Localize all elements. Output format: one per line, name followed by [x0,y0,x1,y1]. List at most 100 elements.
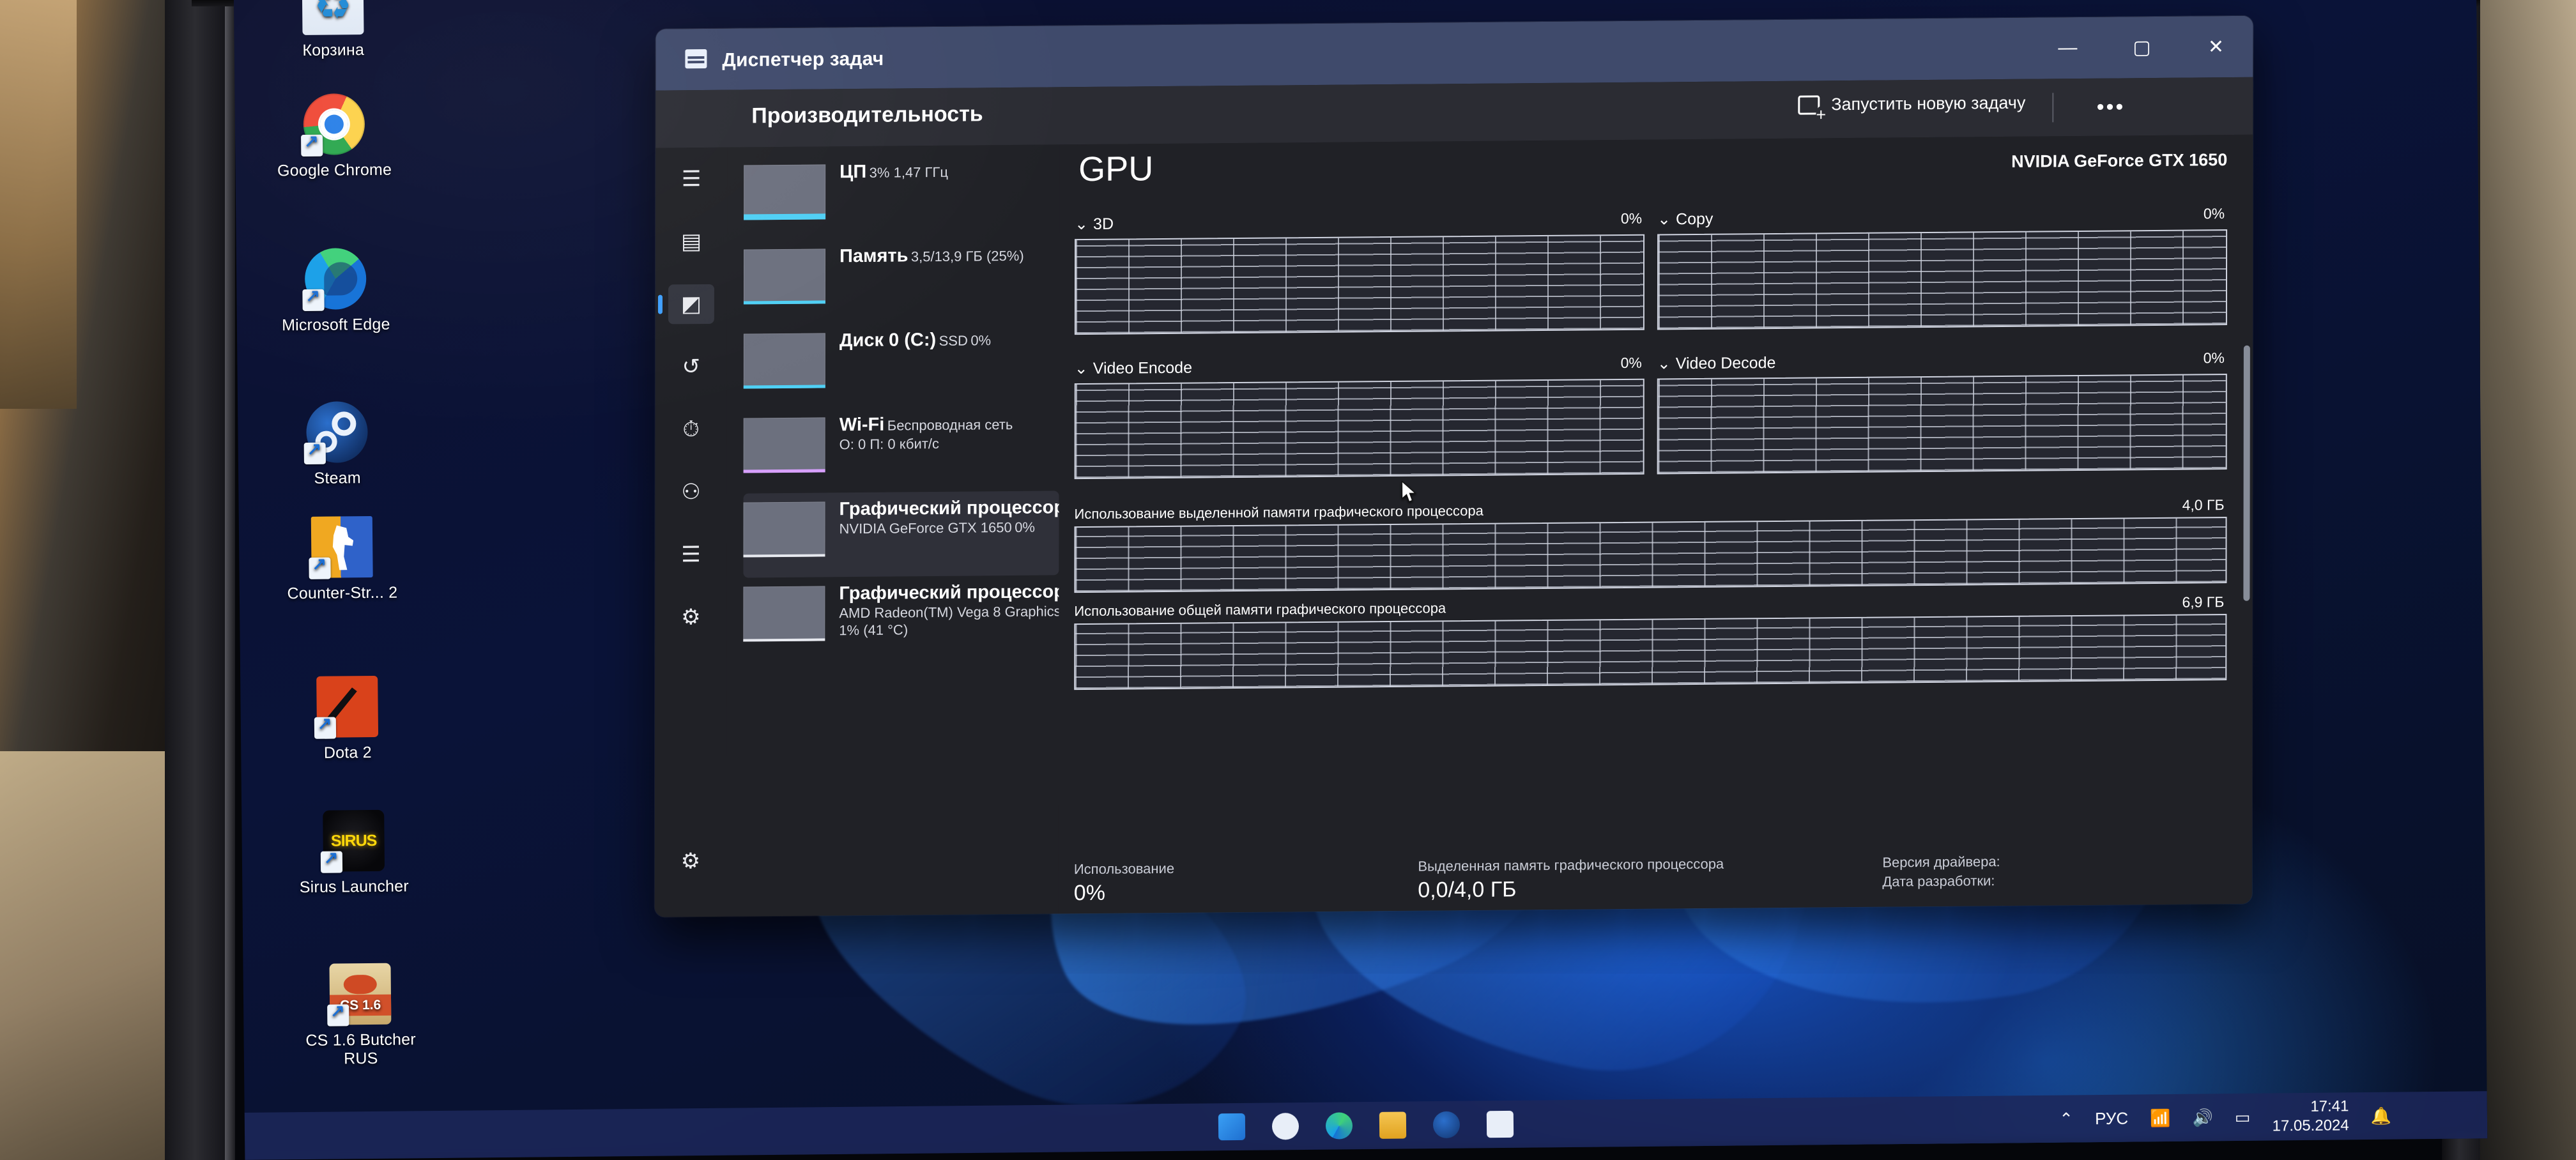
resource-name: Память [839,245,908,267]
details-icon[interactable]: ☰ [668,535,714,575]
engine-label-row[interactable]: ⌄ 3D 0% [1075,210,1644,234]
toolbar-divider [2052,93,2054,123]
engine-row-1: ⌄ 3D 0% ⌄ Copy 0% [1074,205,2228,335]
engine-row-2: ⌄ Video Encode 0% ⌄ Video Decode 0% [1074,349,2227,480]
desktop-icon-cs16-butcher[interactable]: CS 1.6 Butcher RUS [299,963,422,1069]
gpu-stats-row: Использование 0% Выделенная память графи… [1074,850,2227,907]
menu-icon[interactable]: ☰ [668,159,714,199]
stat-key: Использование [1073,860,1175,878]
stat-key: Версия драйвера: [1882,853,2000,871]
desktop-icon-label: Google Chrome [277,160,392,180]
cs16-icon [327,963,392,1026]
engine-label-row[interactable]: ⌄ Video Encode 0% [1075,355,1644,378]
startup-apps-icon[interactable]: ⏱ [668,409,714,450]
run-new-task-button[interactable]: Запустить новую задачу [1798,93,2025,115]
resource-detail: 3,5/13,9 ГБ (25%) [910,247,1024,265]
volume-icon[interactable]: 🔊 [2192,1108,2213,1127]
stat-dedicated-memory: Выделенная память графического процессор… [1418,853,1882,904]
task-manager-icon[interactable] [1486,1110,1514,1138]
engine-label: Video Decode [1675,353,1776,372]
shortcut-arrow-icon [303,442,326,464]
sirus-launcher-icon [320,809,385,873]
search-icon[interactable] [1271,1113,1300,1140]
engine-value: 0% [1620,354,1642,372]
desktop-icon-label: Sirus Launcher [299,877,409,897]
engine-label-row[interactable]: ⌄ Video Decode 0% [1657,349,2227,373]
dedicated-memory-label: Использование выделенной памяти графичес… [1074,502,1483,523]
stat-value: 0% [1073,880,1105,906]
disk-sparkline [743,333,825,389]
chevron-up-icon[interactable]: ⌃ [2059,1109,2073,1129]
task-manager-app-icon [685,49,707,69]
chrome-icon [301,93,365,156]
performance-icon[interactable]: ◩ [668,284,714,324]
window-controls: — ▢ ✕ [2030,16,2253,79]
resource-item-disk[interactable]: Диск 0 (C:) SSD 0% [743,322,1059,409]
resource-item-gpu-0[interactable]: Графический процессор 0 NVIDIA GeForce G… [743,491,1059,578]
settings-gear-icon[interactable]: ⚙ [668,841,714,881]
engine-copy: ⌄ Copy 0% [1657,205,2228,330]
resource-name: Диск 0 (C:) [839,329,937,351]
chevron-down-icon: ⌄ [1657,210,1671,229]
language-indicator[interactable]: РУС [2095,1108,2128,1128]
close-button[interactable]: ✕ [2179,16,2253,78]
dedicated-memory-max: 4,0 ГБ [2182,496,2225,514]
desktop-icon-google-chrome[interactable]: Google Chrome [273,93,395,181]
engine-3d: ⌄ 3D 0% [1074,210,1645,335]
desktop-icon-label: Dota 2 [323,743,372,762]
clock-time: 17:41 [2310,1097,2349,1115]
desktop-icon-dota-2[interactable]: Dota 2 [286,675,408,763]
shortcut-arrow-icon [320,851,343,873]
resource-item-cpu[interactable]: ЦП 3% 1,47 ГГц [744,153,1059,240]
gpu0-sparkline [743,501,825,558]
minimize-button[interactable]: — [2030,17,2104,79]
mouse-cursor [1401,480,1417,503]
shortcut-arrow-icon [309,557,331,579]
processes-icon[interactable]: ▤ [668,222,714,262]
resource-detail-2: О: 0 П: 0 кбит/с [839,435,939,453]
services-icon[interactable]: ⚙ [668,597,714,637]
resource-item-gpu-1[interactable]: Графический процессор 1 AMD Radeon(TM) V… [743,575,1059,662]
engine-label-row[interactable]: ⌄ Copy 0% [1657,205,2227,229]
monitor-bezel-edge [225,0,235,1160]
app-history-icon[interactable]: ↺ [668,347,714,387]
wifi-icon[interactable]: 📶 [2150,1108,2171,1127]
desktop-icon-label: Microsoft Edge [281,315,390,335]
desktop-icon-counter-strike-2[interactable]: Counter-Str... 2 [281,515,403,604]
dedicated-memory-graph: Использование выделенной памяти графичес… [1074,496,2227,593]
resource-detail-2: 0% [1015,519,1036,535]
desktop-icon-recycle-bin[interactable]: Корзина [272,0,394,60]
resource-item-wifi[interactable]: Wi-Fi Беспроводная сеть О: 0 П: 0 кбит/с [743,406,1059,493]
shortcut-arrow-icon [301,134,323,156]
edge-icon[interactable] [1325,1112,1353,1140]
maximize-button[interactable]: ▢ [2104,17,2179,79]
resource-detail: SSD [939,332,968,349]
resource-item-memory[interactable]: Память 3,5/13,9 ГБ (25%) [743,238,1059,324]
start-icon[interactable] [1218,1113,1246,1141]
resource-name: Wi-Fi [839,414,885,436]
desktop-icon-steam[interactable]: Steam [276,401,398,489]
resource-detail: NVIDIA GeForce GTX 1650 [839,519,1012,537]
run-new-task-label: Запустить новую задачу [1831,93,2026,114]
engine-label: Copy [1676,210,1713,228]
navigation-rail: ☰ ▤ ◩ ↺ ⏱ ⚇ ☰ ⚙ ⚙ [654,147,728,917]
users-icon[interactable]: ⚇ [668,472,714,512]
engine-video-encode: ⌄ Video Encode 0% [1074,355,1644,480]
clock[interactable]: 17:41 17.05.2024 [2272,1097,2349,1136]
more-options-button[interactable]: ••• [2097,95,2126,119]
stat-utilization: Использование 0% [1074,857,1418,908]
desktop-icon-sirus-launcher[interactable]: Sirus Launcher [293,809,415,897]
explorer-icon[interactable] [1379,1111,1407,1139]
steam-icon[interactable] [1432,1111,1460,1139]
desktop-icon-microsoft-edge[interactable]: Microsoft Edge [275,248,397,335]
shared-memory-max: 6,9 ГБ [2182,593,2225,611]
battery-icon[interactable]: ▭ [2235,1107,2251,1127]
resource-detail-2: 0% [970,332,992,349]
chevron-down-icon: ⌄ [1075,215,1089,234]
vertical-scrollbar[interactable] [2243,345,2250,601]
task-manager-window: Диспетчер задач — ▢ ✕ Производительность… [654,15,2253,917]
desktop-icon-label: Корзина [302,41,365,59]
engine-copy-chart [1657,229,2228,330]
bell-icon[interactable]: 🔔 [2370,1106,2391,1126]
stat-value: 0,0/4,0 ГБ [1418,877,1517,903]
